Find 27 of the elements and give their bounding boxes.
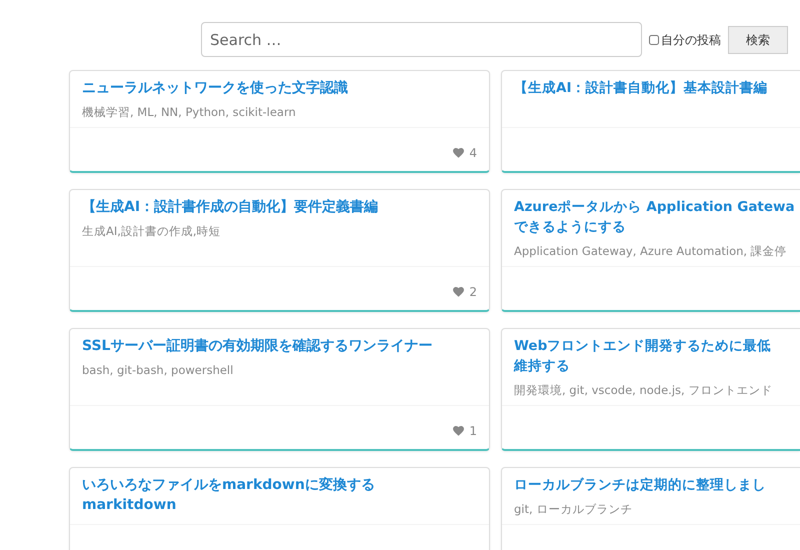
post-title-link[interactable]: Azureポータルから Application Gatewa bbox=[514, 197, 795, 217]
post-title-link[interactable]: markitdown bbox=[82, 495, 176, 515]
post-title-link[interactable]: 【生成AI：設計書自動化】基本設計書編 bbox=[514, 78, 768, 98]
post-tags: git, ローカルブランチ bbox=[514, 501, 800, 517]
post-title-link[interactable]: Webフロントエンド開発するために最低 bbox=[514, 336, 772, 356]
post-tags: Application Gateway, Azure Automation, 課金停 bbox=[514, 243, 800, 259]
own-posts-checkbox[interactable] bbox=[649, 34, 659, 44]
like-count: 2 bbox=[469, 284, 477, 301]
post-tags: 機械学習, ML, NN, Python, scikit-learn bbox=[82, 104, 477, 120]
post-tags: 開発環境, git, vscode, node.js, フロントエンド bbox=[514, 382, 800, 398]
heart-icon bbox=[453, 148, 464, 158]
post-title-link[interactable]: ニューラルネットワークを使った文字認識 bbox=[82, 78, 348, 98]
post-title-link[interactable]: できるようにする bbox=[514, 217, 626, 237]
search-button[interactable]: 検索 bbox=[728, 26, 788, 54]
like-count: 4 bbox=[469, 145, 477, 162]
like-count: 1 bbox=[469, 423, 477, 440]
post-title-link[interactable]: いろいろなファイルをmarkdownに変換する bbox=[82, 475, 375, 495]
post-tags: 生成AI,設計書の作成,時短 bbox=[82, 223, 477, 239]
post-tags: bash, git-bash, powershell bbox=[82, 362, 477, 378]
post-title-link[interactable]: 【生成AI：設計書作成の自動化】要件定義書編 bbox=[82, 197, 378, 217]
post-title-link[interactable]: 維持する bbox=[514, 356, 570, 376]
heart-icon bbox=[453, 426, 464, 436]
heart-icon bbox=[453, 287, 464, 297]
post-title-link[interactable]: ローカルブランチは定期的に整理しまし bbox=[514, 475, 766, 495]
search-field[interactable]: Search … bbox=[201, 22, 642, 57]
post-title-link[interactable]: SSLサーバー証明書の有効期限を確認するワンライナー bbox=[82, 336, 432, 356]
checkbox-label[interactable]: 自分の投稿 bbox=[661, 30, 721, 48]
